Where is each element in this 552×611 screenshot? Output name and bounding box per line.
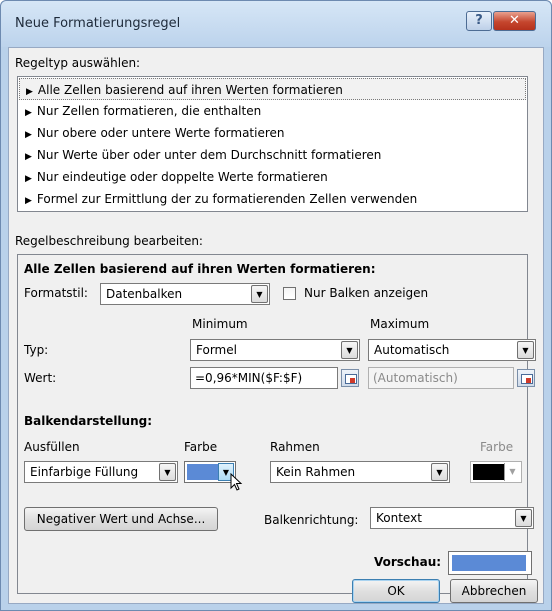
preview-bar: [452, 555, 526, 571]
fill-color-label: Farbe: [184, 440, 218, 454]
chevron-down-icon: ▼: [159, 463, 176, 481]
range-select-icon[interactable]: [517, 369, 535, 387]
chevron-down-icon: ▼: [504, 463, 520, 481]
only-bar-checkbox[interactable]: [283, 287, 296, 300]
description-heading: Alle Zellen basierend auf ihren Werten f…: [24, 262, 376, 276]
fill-color-sample: [187, 464, 219, 480]
arrow-icon: ▶: [25, 130, 32, 140]
chevron-down-icon: ▼: [341, 341, 358, 359]
dialog-title: Neue Formatierungsregel: [15, 16, 181, 31]
chevron-down-icon: ▼: [517, 341, 534, 359]
rule-description-label: Regelbeschreibung bearbeiten:: [15, 234, 203, 248]
rule-type-item[interactable]: ▶ Alle Zellen basierend auf ihren Werten …: [19, 78, 526, 100]
rule-type-item[interactable]: ▶ Formel zur Ermittlung der zu formatiere…: [19, 188, 526, 210]
bar-direction-select[interactable]: Kontext ▼: [370, 507, 534, 529]
type-min-select[interactable]: Formel ▼: [190, 339, 360, 361]
bar-appearance-heading: Balkendarstellung:: [24, 414, 153, 428]
chevron-down-icon: ▼: [251, 285, 268, 303]
format-style-label: Formatstil:: [24, 286, 88, 300]
border-color-picker[interactable]: ▼: [470, 461, 522, 483]
rule-type-list[interactable]: ▶ Alle Zellen basierend auf ihren Werten …: [17, 76, 528, 212]
border-color-label: Farbe: [480, 440, 514, 454]
fill-type-select[interactable]: Einfarbige Füllung ▼: [24, 461, 178, 483]
rule-type-item[interactable]: ▶ Nur Zellen formatieren, die enthalten: [19, 100, 526, 122]
range-select-icon[interactable]: [341, 369, 359, 387]
rule-description-panel: Alle Zellen basierend auf ihren Werten f…: [17, 254, 536, 594]
dialog-body: Regeltyp auswählen: ▶ Alle Zellen basiere…: [8, 47, 544, 604]
arrow-icon: ▶: [26, 87, 33, 97]
arrow-icon: ▶: [25, 152, 32, 162]
chevron-down-icon: ▼: [515, 509, 532, 527]
close-button[interactable]: ✕: [493, 11, 536, 31]
help-button[interactable]: ?: [466, 11, 492, 31]
type-max-select[interactable]: Automatisch ▼: [368, 339, 536, 361]
fill-label: Ausfüllen: [24, 440, 80, 454]
rule-type-label: Regeltyp auswählen:: [15, 56, 141, 70]
rule-type-item[interactable]: ▶ Nur obere oder untere Werte formatieren: [19, 122, 526, 144]
border-label: Rahmen: [270, 440, 320, 454]
border-type-select[interactable]: Kein Rahmen ▼: [270, 461, 450, 483]
cancel-button[interactable]: Abbrechen: [450, 579, 538, 603]
mouse-cursor-icon: [230, 473, 243, 491]
rule-type-item[interactable]: ▶ Nur eindeutige oder doppelte Werte form…: [19, 166, 526, 188]
only-bar-label: Nur Balken anzeigen: [304, 286, 429, 300]
value-label: Wert:: [24, 371, 57, 385]
negative-value-axis-button[interactable]: Negativer Wert und Achse...: [24, 507, 218, 531]
value-min-input[interactable]: =0,96*MIN($F:$F): [190, 367, 338, 389]
maximum-label: Maximum: [370, 317, 430, 331]
chevron-down-icon: ▼: [431, 463, 448, 481]
bar-direction-label: Balkenrichtung:: [264, 513, 359, 527]
rule-type-item[interactable]: ▶ Nur Werte über oder unter dem Durchschn…: [19, 144, 526, 166]
format-style-select[interactable]: Datenbalken ▼: [100, 283, 270, 305]
border-color-sample: [473, 464, 505, 480]
arrow-icon: ▶: [25, 108, 32, 118]
arrow-icon: ▶: [25, 196, 32, 206]
ok-button[interactable]: OK: [352, 579, 440, 603]
arrow-icon: ▶: [25, 174, 32, 184]
type-label: Typ:: [24, 343, 49, 357]
fill-color-picker[interactable]: ▼: [184, 461, 236, 483]
value-max-input[interactable]: (Automatisch): [368, 367, 514, 389]
bar-preview: [448, 551, 532, 575]
preview-label: Vorschau:: [374, 555, 442, 569]
title-bar[interactable]: Neue Formatierungsregel ? ✕: [1, 1, 551, 47]
dialog-window: Neue Formatierungsregel ? ✕ Regeltyp aus…: [0, 0, 552, 611]
minimum-label: Minimum: [192, 317, 248, 331]
